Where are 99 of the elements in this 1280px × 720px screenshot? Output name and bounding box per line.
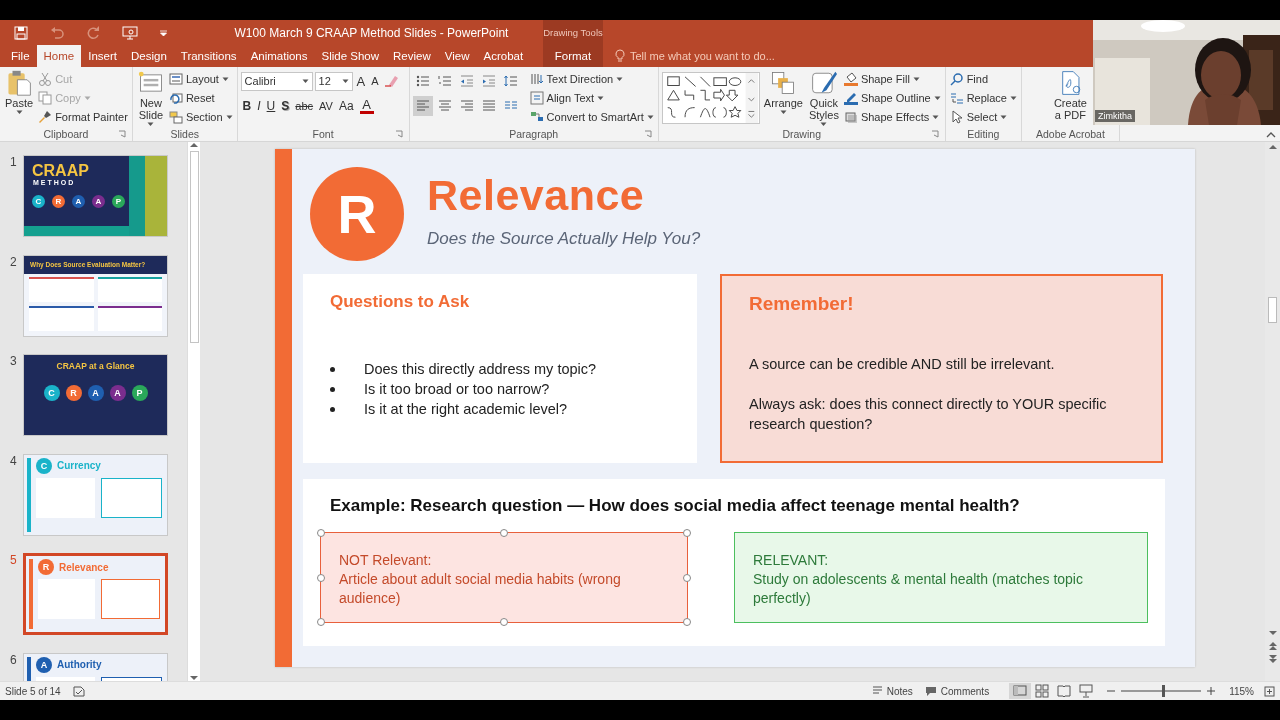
group-label: Editing — [966, 128, 1001, 141]
group-label: Clipboard — [42, 128, 90, 141]
notes-button[interactable]: Notes — [865, 683, 919, 700]
slide-thumbnail[interactable]: CRAAP at a Glance C R A A P — [23, 354, 168, 437]
ribbon-button[interactable]: Format Painter — [37, 108, 129, 126]
font-size-field[interactable]: 12 — [314, 71, 353, 91]
slide-title: CRAAP — [31, 161, 90, 180]
box-text: Study on adolescents & mental health (matches topic perfectly) — [753, 570, 1084, 609]
ribbon-button[interactable]: Reset — [167, 89, 234, 107]
letter-badge: P — [131, 385, 148, 402]
group-label: Paragraph — [508, 128, 560, 141]
letter-badge: A — [36, 656, 52, 673]
bullet-text: Is it at the right academic level? — [364, 401, 568, 418]
shadow-button[interactable]: S — [279, 96, 292, 116]
context-tab-header: Drawing Tools — [543, 20, 603, 45]
ribbon-button[interactable]: Shape Effects — [842, 108, 942, 126]
ribbon-button[interactable]: Find — [948, 70, 1018, 88]
group-label: Drawing — [781, 128, 822, 141]
slide-counter: Slide 5 of 14 — [5, 685, 61, 697]
letter-badge: A — [92, 195, 105, 209]
group-label: Slides — [169, 128, 201, 141]
box-label: RELEVANT: — [753, 551, 830, 571]
group-label: Adobe Acrobat — [1036, 128, 1105, 141]
ribbon-tab[interactable]: Format — [543, 45, 603, 67]
letter-badge: P — [112, 195, 125, 209]
paste-button[interactable]: Paste — [3, 70, 36, 115]
ribbon-button[interactable]: Replace — [948, 89, 1018, 107]
letter-badge: C — [32, 195, 45, 209]
slide-subtitle: Does the Source Actually Help You? — [427, 229, 701, 250]
slide-title: Relevance — [427, 170, 646, 221]
card-text: A source can be credible AND still be irrelevant. — [749, 355, 1056, 375]
character-spacing-button[interactable]: AV — [317, 96, 335, 116]
ribbon-tab[interactable]: Slide Show — [314, 45, 387, 67]
italic-button[interactable]: I — [255, 96, 263, 116]
letter-badge: R — [52, 195, 65, 209]
text-box[interactable]: NOT Relevant: Article about adult social media habits (wrong audience) — [320, 532, 688, 624]
font-name-field[interactable]: Calibri — [240, 71, 313, 91]
ribbon-tab[interactable]: Acrobat — [476, 45, 531, 67]
letter-badge: A — [109, 385, 126, 402]
bullet-text: Is it too broad or too narrow? — [364, 381, 550, 398]
slide-number: 1 — [9, 155, 18, 172]
slide-number: 4 — [9, 453, 18, 470]
card-heading: Remember! — [749, 293, 855, 316]
group-label: Font — [311, 128, 335, 141]
ribbon-button[interactable]: Shape Outline — [842, 89, 942, 107]
box-label: NOT Relevant: — [339, 551, 433, 571]
letter-badge: R — [38, 559, 54, 576]
underline-button[interactable]: U — [264, 96, 278, 116]
card-heading: Questions to Ask — [330, 292, 471, 313]
slide-title: CRAAP at a Glance — [56, 361, 135, 372]
ribbon-button[interactable]: Shape Fill — [842, 70, 942, 88]
slide-thumbnail[interactable]: A Authority — [23, 652, 168, 682]
ribbon-button[interactable]: Convert to SmartArt — [528, 108, 655, 126]
slide-title: Authority — [57, 659, 102, 671]
letter-badge: C — [36, 457, 52, 474]
letter-badge: R — [310, 167, 404, 262]
ribbon-button[interactable]: Layout — [167, 70, 234, 88]
ribbon-tab[interactable]: Animations — [243, 45, 315, 67]
ribbon-button[interactable]: Text Direction — [528, 70, 655, 88]
ribbon-button[interactable]: Select — [948, 108, 1018, 126]
letter-badge: A — [72, 195, 85, 209]
letter-badge: R — [65, 385, 82, 402]
ribbon-tab[interactable]: Home — [36, 45, 82, 67]
ribbon-tab[interactable]: Insert — [81, 45, 124, 67]
ribbon-tab[interactable]: File — [4, 45, 37, 67]
change-case-button[interactable]: Aa — [336, 96, 356, 116]
font-color-button[interactable]: A — [357, 96, 376, 116]
ribbon-tab[interactable]: Transitions — [173, 45, 244, 67]
slide-number: 5 — [9, 553, 18, 570]
tell-me-field[interactable]: Tell me what you want to do... — [603, 45, 775, 67]
slide-number: 2 — [9, 254, 18, 271]
window-title: W100 March 9 CRAAP Method Slides - PowerPoint — [233, 25, 510, 40]
zoom-level: 115% — [1229, 685, 1254, 697]
ribbon-tab[interactable]: Design — [124, 45, 174, 67]
letter-badge: A — [87, 385, 104, 402]
card-text: Always ask: does this connect directly to YOUR specific research question? — [749, 395, 1108, 435]
participant-name: Zimkitha — [1095, 110, 1135, 122]
slide-title: Relevance — [59, 561, 109, 573]
shrink-font-button[interactable]: A — [369, 71, 381, 91]
ribbon-button[interactable]: Align Text — [528, 89, 655, 107]
slide-title: Currency — [57, 460, 101, 472]
ribbon-tab[interactable]: Review — [386, 45, 438, 67]
slide-number: 6 — [9, 652, 18, 669]
ribbon-tab[interactable]: View — [437, 45, 477, 67]
bullet-text: Does this directly address my topic? — [364, 361, 597, 378]
new-slide-button[interactable]: New Slide — [135, 70, 166, 127]
letter-badge: C — [43, 385, 60, 402]
box-text: Article about adult social media habits (wrong audience) — [339, 570, 622, 609]
create-pdf-button[interactable]: Create a PDF — [1051, 70, 1089, 121]
slide-number: 3 — [9, 354, 18, 371]
arrange-button[interactable]: Arrange — [761, 70, 805, 115]
quick-styles-button[interactable]: Quick Styles — [806, 70, 841, 127]
text-box[interactable]: RELEVANT: Study on adolescents & mental health (matches topic perfectly) — [734, 532, 1148, 624]
comments-button[interactable]: Comments — [918, 683, 996, 700]
bold-button[interactable]: B — [240, 96, 254, 116]
ribbon-button[interactable]: Section — [167, 108, 234, 126]
example-heading: Example: Research question — How does social media affect teenage mental health? — [330, 496, 1021, 517]
grow-font-button[interactable]: A — [354, 71, 368, 91]
strikethrough-button[interactable]: abc — [293, 96, 316, 116]
